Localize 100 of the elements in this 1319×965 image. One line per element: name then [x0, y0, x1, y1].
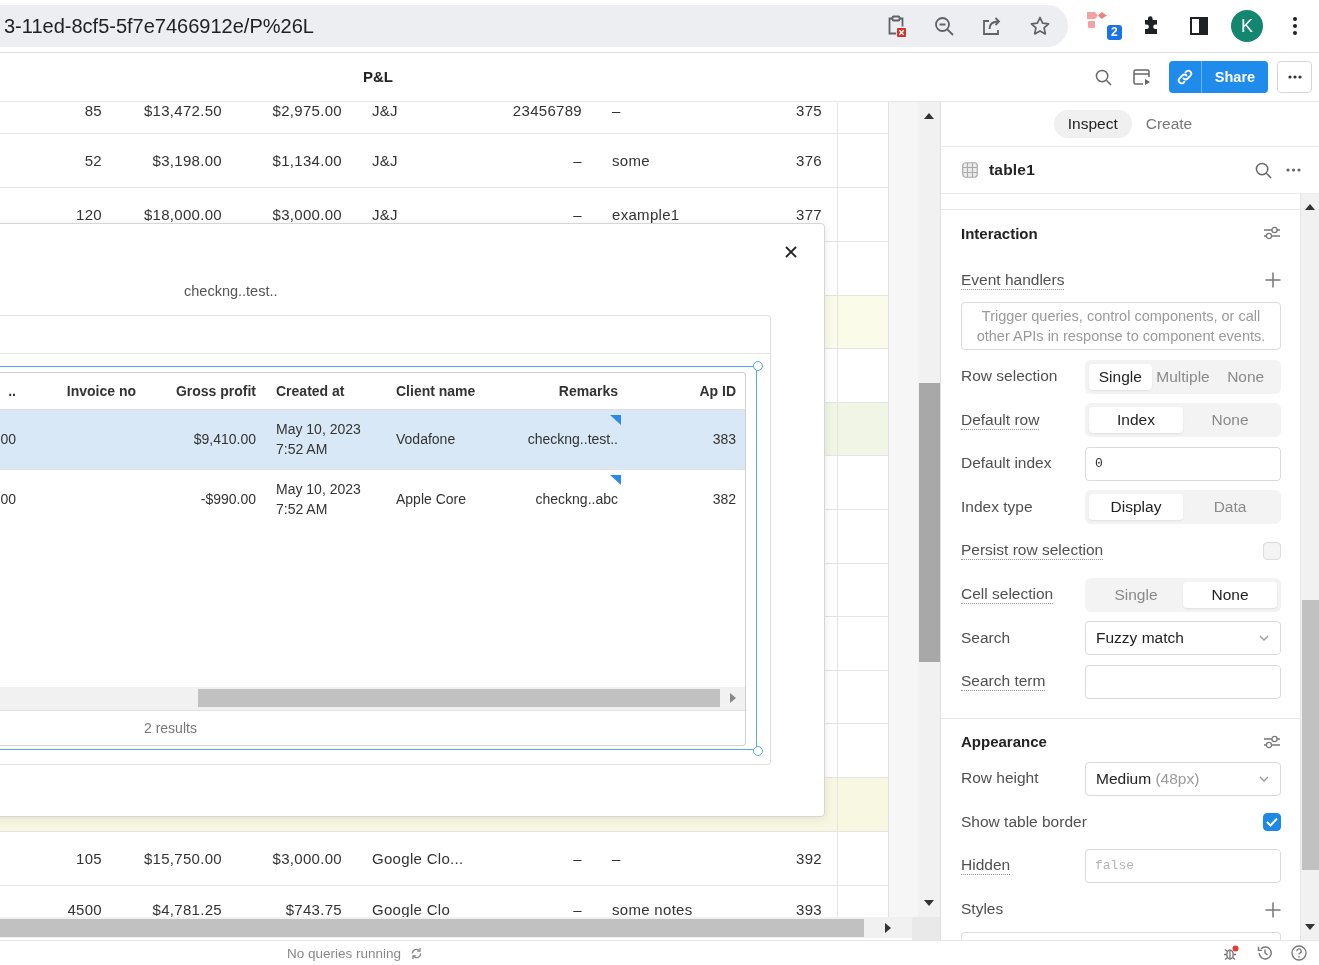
- resize-handle[interactable]: [752, 360, 763, 371]
- more-vert-icon[interactable]: [1293, 17, 1297, 35]
- table-cell-text: $9,410.00: [193, 430, 256, 449]
- tab[interactable]: Create: [1131, 110, 1207, 138]
- extension-icon[interactable]: [1087, 11, 1107, 28]
- table-cell-text: $4,781.25: [151, 901, 223, 917]
- page-title: P&L: [363, 68, 393, 85]
- more-button[interactable]: [1277, 61, 1312, 93]
- column-header[interactable]: Remarks: [506, 372, 626, 409]
- history-icon[interactable]: [1257, 945, 1273, 961]
- search-icon[interactable]: [1255, 161, 1272, 179]
- help-icon[interactable]: [1291, 945, 1307, 961]
- scroll-down-icon[interactable]: [924, 900, 934, 906]
- plus-icon[interactable]: [1265, 272, 1281, 288]
- resize-handle[interactable]: [752, 745, 763, 756]
- table-cell-text: $1,134.00: [271, 153, 343, 168]
- table-cell-text: 120: [75, 207, 103, 222]
- sliders-icon[interactable]: [1263, 226, 1281, 240]
- field-label: Search term: [961, 672, 1046, 692]
- scroll-right-icon[interactable]: [885, 922, 891, 933]
- scroll-up-icon[interactable]: [924, 113, 934, 119]
- table-cell-text: May 10, 2023 7:52 AM: [276, 420, 361, 459]
- table-cell-text: Google Clo: [371, 901, 452, 917]
- checkbox[interactable]: [1263, 813, 1281, 832]
- table-cell-text: 00: [0, 490, 16, 509]
- field-label: Show table border: [961, 812, 1087, 832]
- horizontal-scrollbar[interactable]: [0, 686, 745, 710]
- field-label: Persist row selection: [961, 541, 1104, 561]
- table-cell-text: Google Clo...: [371, 850, 465, 866]
- field-label: Event handlers: [961, 270, 1065, 290]
- table-cell-text: –: [572, 901, 583, 917]
- check-icon: [1266, 817, 1278, 828]
- results-count: 2 results: [144, 719, 197, 736]
- table-cell-text: J&J: [371, 207, 399, 222]
- column-header[interactable]: Ap ID: [626, 372, 745, 409]
- table-cell-text: –: [572, 153, 583, 168]
- clipboard-x-icon[interactable]: [886, 15, 906, 37]
- segment-option[interactable]: Index: [1089, 407, 1183, 434]
- component-name: table1: [989, 161, 1035, 179]
- tab[interactable]: Inspect: [1053, 110, 1132, 138]
- text-input[interactable]: 0: [1085, 446, 1281, 481]
- table-cell-text: 105: [75, 850, 103, 866]
- table-cell-text: example1: [611, 207, 681, 222]
- zoom-out-icon[interactable]: [934, 16, 954, 36]
- table-cell-text: Vodafone: [396, 430, 456, 449]
- table-cell-text: -$990.00: [200, 490, 256, 509]
- field-label: Styles: [961, 900, 1004, 920]
- close-icon: [785, 246, 797, 258]
- segment-option[interactable]: None: [1183, 581, 1277, 608]
- share-icon[interactable]: [982, 16, 1002, 36]
- column-header[interactable]: Invoice no: [26, 372, 146, 409]
- field-label: Row selection: [961, 367, 1058, 387]
- table-cell-text: May 10, 2023 7:52 AM: [276, 480, 361, 519]
- table-cell-text: $3,198.00: [151, 153, 223, 168]
- corner-marker-icon: [610, 414, 621, 425]
- field-label: Row height: [961, 769, 1039, 789]
- address-bar[interactable]: 3-11ed-8cf5-5f7e7466912e/P%26L: [0, 5, 1068, 47]
- vertical-scrollbar[interactable]: [918, 102, 940, 917]
- table-cell-text: 382: [712, 490, 736, 509]
- dropdown-select[interactable]: Fuzzy match: [1085, 621, 1281, 656]
- table-cell-text: –: [611, 103, 622, 118]
- chevron-down-icon: [1259, 635, 1269, 642]
- plus-icon[interactable]: [1265, 901, 1281, 918]
- scroll-down-icon[interactable]: [1305, 924, 1315, 930]
- segment-option[interactable]: Display: [1089, 494, 1183, 521]
- sync-icon[interactable]: [410, 946, 424, 960]
- column-header[interactable]: Created at: [266, 372, 386, 409]
- segment-option[interactable]: Single: [1089, 363, 1152, 390]
- table-cell-text: $3,000.00: [271, 207, 343, 222]
- more-icon[interactable]: [1286, 168, 1301, 172]
- sliders-icon[interactable]: [1263, 734, 1281, 749]
- text-input[interactable]: false: [1085, 848, 1281, 883]
- table-cell-text: some notes: [611, 901, 694, 917]
- copy-link-button[interactable]: [1169, 61, 1202, 93]
- link-icon: [1176, 68, 1194, 86]
- corner-marker-icon: [610, 474, 621, 485]
- table-row[interactable]: 00 $9,410.00 May 10, 2023 7:52 AM Vodafone checkng..test.. 383: [0, 409, 745, 469]
- column-header[interactable]: ..: [0, 372, 26, 409]
- profile-avatar[interactable]: K: [1231, 10, 1263, 42]
- bug-icon[interactable]: [1223, 945, 1239, 961]
- table-cell-text: 375: [795, 103, 823, 118]
- column-header[interactable]: Gross profit: [146, 372, 266, 409]
- vertical-scrollbar[interactable]: [1300, 194, 1319, 940]
- star-icon[interactable]: [1030, 16, 1050, 36]
- preview-icon[interactable]: [1133, 68, 1151, 86]
- dropdown-select[interactable]: Medium (48px): [1085, 761, 1281, 796]
- scrollbar-thumb[interactable]: [918, 383, 940, 662]
- scrollbar-thumb[interactable]: [1301, 600, 1319, 870]
- scrollbar-thumb[interactable]: [198, 689, 720, 707]
- sidebar-icon[interactable]: [1189, 16, 1209, 36]
- scroll-up-icon[interactable]: [1305, 204, 1315, 210]
- field-label: Cell selection: [961, 585, 1054, 605]
- search-icon[interactable]: [1095, 68, 1112, 86]
- field-label: Search: [961, 628, 1011, 648]
- table-cell-text: $3,000.00: [271, 850, 343, 866]
- table-cell-text: –: [572, 207, 583, 222]
- chevron-down-icon: [1259, 775, 1269, 782]
- field-label: Hidden: [961, 856, 1011, 876]
- text-input[interactable]: [1085, 664, 1281, 699]
- column-header[interactable]: Client name: [386, 372, 506, 409]
